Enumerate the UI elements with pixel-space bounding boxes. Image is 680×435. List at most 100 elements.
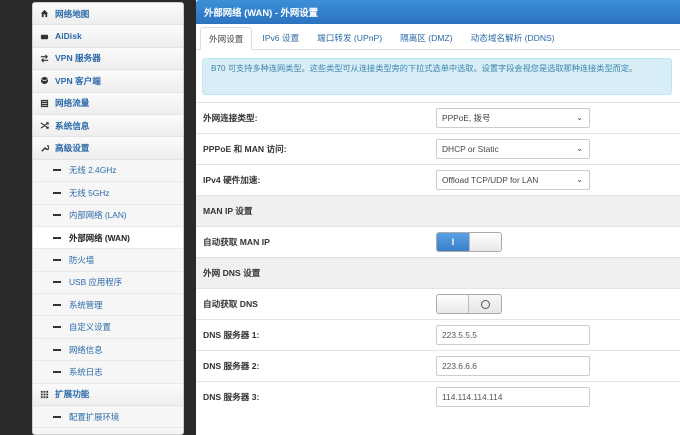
sidebar-item-vpn-server[interactable]: VPN 服务器: [33, 47, 183, 71]
sidebar-item-label: 网络地图: [55, 8, 90, 19]
sidebar-sub-label: 外部网络 (WAN): [69, 232, 130, 243]
sidebar-sub-netinfo[interactable]: 网络信息: [33, 338, 183, 362]
dash-icon: [53, 258, 61, 261]
sidebar-sub-label: 防火墙: [69, 254, 95, 265]
sidebar: 网络地图 AiDisk VPN 服务器 VPN 客户端 网络流量 系统信息 高级…: [32, 2, 184, 435]
select-value: Offload TCP/UDP for LAN: [442, 175, 539, 185]
pppoe-man-select[interactable]: DHCP or Static ⌄: [436, 139, 590, 159]
dash-icon: [53, 191, 61, 194]
dash-icon: [53, 169, 61, 172]
sidebar-sub-usb[interactable]: USB 应用程序: [33, 271, 183, 295]
dns2-row: DNS 服务器 2: 223.6.6.6: [196, 350, 680, 381]
sidebar-sub-label: 无线 2.4GHz: [69, 165, 117, 176]
sidebar-sub-label: 无线 5GHz: [69, 187, 110, 198]
chevron-down-icon: ⌄: [576, 113, 583, 122]
disk-icon: [40, 32, 49, 41]
sidebar-item-system-info[interactable]: 系统信息: [33, 114, 183, 138]
toggle-on-label: I: [437, 233, 469, 251]
circle-icon: [480, 299, 490, 309]
tab-port-forward[interactable]: 端口转发 (UPnP): [309, 27, 390, 49]
transfer-icon: [40, 54, 49, 63]
field-label: DNS 服务器 2:: [203, 361, 260, 371]
dash-icon: [53, 326, 61, 329]
field-label: DNS 服务器 3:: [203, 392, 260, 402]
sidebar-sub-label: 网络信息: [69, 344, 103, 355]
info-alert: B70 可支持多种连网类型。这些类型可从连接类型旁的下拉式选单中选取。设置字段会…: [202, 58, 672, 95]
select-value: DHCP or Static: [442, 144, 499, 154]
main-panel: 外部网络 (WAN) - 外网设置 外网设置 IPv6 设置 端口转发 (UPn…: [196, 0, 680, 435]
tab-ddns[interactable]: 动态域名解析 (DDNS): [463, 27, 563, 49]
page-title: 外部网络 (WAN) - 外网设置: [196, 0, 680, 24]
sidebar-item-traffic[interactable]: 网络流量: [33, 92, 183, 115]
dns-section-header: 外网 DNS 设置: [196, 257, 680, 288]
sidebar-item-label: 扩展功能: [55, 389, 90, 400]
grid-icon: [40, 390, 49, 399]
sidebar-sub-label: 系统管理: [69, 299, 103, 310]
sidebar-item-label: 系统信息: [55, 120, 90, 131]
tab-bar: 外网设置 IPv6 设置 端口转发 (UPnP) 隔离区 (DMZ) 动态域名解…: [196, 24, 680, 50]
man-ip-section-header: MAN IP 设置: [196, 195, 680, 226]
field-label: 自动获取 MAN IP: [203, 237, 270, 247]
chevron-down-icon: ⌄: [576, 175, 583, 184]
sidebar-item-network-map[interactable]: 网络地图: [33, 3, 183, 26]
toggle-knob: [437, 295, 469, 313]
man-auto-toggle[interactable]: I: [436, 232, 502, 252]
ipv4-accel-select[interactable]: Offload TCP/UDP for LAN ⌄: [436, 170, 590, 190]
wan-type-select[interactable]: PPPoE, 拨号 ⌄: [436, 108, 590, 128]
sidebar-item-label: AiDisk: [55, 31, 82, 42]
sidebar-sub-lan[interactable]: 内部网络 (LAN): [33, 204, 183, 227]
dash-icon: [53, 214, 61, 217]
sidebar-item-label: 网络流量: [55, 98, 90, 109]
tab-wan-settings[interactable]: 外网设置: [200, 27, 253, 50]
dash-icon: [53, 236, 61, 239]
dash-icon: [53, 370, 61, 373]
dash-icon: [53, 303, 61, 306]
chevron-down-icon: ⌄: [576, 144, 583, 153]
man-auto-row: 自动获取 MAN IP I: [196, 226, 680, 257]
sidebar-item-label: 高级设置: [55, 143, 90, 154]
dns1-input[interactable]: 223.5.5.5: [436, 325, 590, 345]
sidebar-sub-ext-env[interactable]: 配置扩展环境: [33, 406, 183, 429]
sidebar-sub-wan[interactable]: 外部网络 (WAN): [33, 226, 183, 250]
tab-dmz[interactable]: 隔离区 (DMZ): [392, 27, 461, 49]
globe-icon: [40, 76, 49, 85]
sidebar-sub-label: USB 应用程序: [69, 277, 123, 288]
sidebar-item-label: VPN 客户端: [55, 75, 101, 86]
field-label: IPv4 硬件加速:: [203, 175, 261, 185]
field-label: 外网连接类型:: [203, 113, 258, 123]
sidebar-sub-admin[interactable]: 系统管理: [33, 294, 183, 317]
shuffle-icon: [40, 121, 49, 130]
sidebar-sub-firewall[interactable]: 防火墙: [33, 249, 183, 272]
ipv4-accel-row: IPv4 硬件加速: Offload TCP/UDP for LAN ⌄: [196, 164, 680, 195]
sidebar-sub-label: 配置扩展环境: [69, 411, 120, 422]
dns-auto-toggle[interactable]: [436, 294, 502, 314]
dns-auto-row: 自动获取 DNS: [196, 288, 680, 319]
toggle-off-indicator: [469, 295, 501, 313]
sidebar-item-advanced[interactable]: 高级设置: [33, 137, 183, 160]
dns3-row: DNS 服务器 3: 114.114.114.114: [196, 381, 680, 412]
toggle-knob: [469, 233, 501, 251]
tab-ipv6[interactable]: IPv6 设置: [254, 27, 307, 49]
field-label: DNS 服务器 1:: [203, 330, 260, 340]
wrench-icon: [40, 144, 49, 153]
select-value: PPPoE, 拨号: [442, 113, 491, 123]
sidebar-sub-custom[interactable]: 自定义设置: [33, 316, 183, 339]
sidebar-sub-label: 系统日志: [69, 366, 103, 377]
pppoe-man-row: PPPoE 和 MAN 访问: DHCP or Static ⌄: [196, 133, 680, 164]
field-label: PPPoE 和 MAN 访问:: [203, 144, 287, 154]
dash-icon: [53, 348, 61, 351]
dns2-input[interactable]: 223.6.6.6: [436, 356, 590, 376]
sidebar-item-label: VPN 服务器: [55, 53, 101, 64]
dns3-input[interactable]: 114.114.114.114: [436, 387, 590, 407]
dash-icon: [53, 281, 61, 284]
sidebar-sub-wireless-24[interactable]: 无线 2.4GHz: [33, 159, 183, 183]
sidebar-sub-syslog[interactable]: 系统日志: [33, 361, 183, 384]
wan-type-row: 外网连接类型: PPPoE, 拨号 ⌄: [196, 102, 680, 133]
traffic-icon: [40, 99, 49, 108]
sidebar-item-aidisk[interactable]: AiDisk: [33, 25, 183, 48]
dash-icon: [53, 415, 61, 418]
dns1-row: DNS 服务器 1: 223.5.5.5: [196, 319, 680, 350]
sidebar-sub-wireless-5[interactable]: 无线 5GHz: [33, 182, 183, 205]
sidebar-item-vpn-client[interactable]: VPN 客户端: [33, 70, 183, 93]
sidebar-item-extensions[interactable]: 扩展功能: [33, 383, 183, 407]
